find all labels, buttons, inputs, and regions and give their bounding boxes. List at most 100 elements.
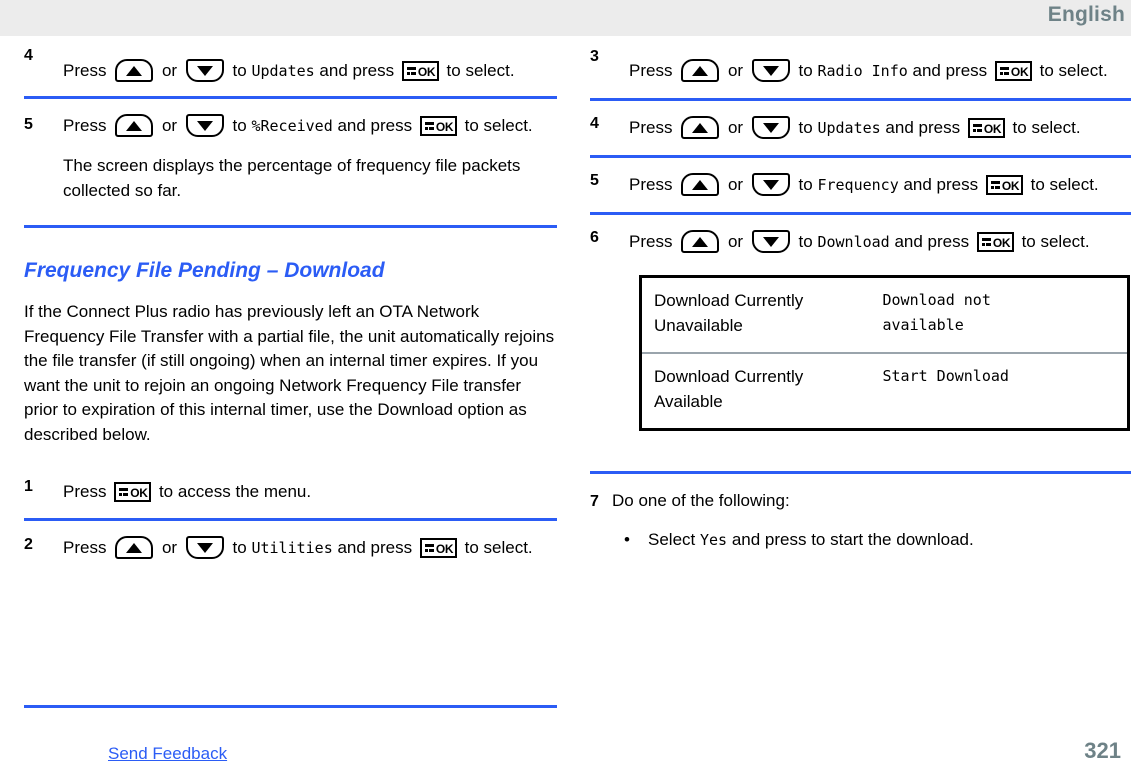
menu-item-name: Yes xyxy=(699,531,728,549)
step-text-toselect: to select. xyxy=(464,538,533,557)
table-row: Download Currently Unavailable Download … xyxy=(641,277,1129,354)
download-status-table: Download Currently Unavailable Download … xyxy=(639,275,1130,431)
step-number: 6 xyxy=(590,229,599,246)
step-number: 3 xyxy=(590,48,599,65)
step-text-toselect: to select. xyxy=(1030,175,1099,194)
arrow-up-key-icon[interactable] xyxy=(681,116,720,139)
ok-key-label: OK xyxy=(1010,65,1029,79)
step-item: 2 Press or to Utilities and press OK to … xyxy=(24,521,557,565)
step-text-andpress: and press xyxy=(903,175,979,194)
step-text-press: Press xyxy=(629,175,673,194)
step-number: 4 xyxy=(24,47,33,64)
arrow-down-key-icon[interactable] xyxy=(751,173,790,196)
step-text-andpress: and press xyxy=(337,538,413,557)
step-text-toselect: to select. xyxy=(1021,232,1090,251)
step-text-andpress: and press xyxy=(337,116,413,135)
step-text-press: Press xyxy=(63,61,107,80)
step-text-to: to xyxy=(798,61,813,80)
arrow-down-key-icon[interactable] xyxy=(185,59,224,82)
menu-ok-key-icon[interactable]: OK xyxy=(976,232,1014,252)
step-text-toselect: to select. xyxy=(1012,118,1081,137)
section-paragraph: If the Connect Plus radio has previously… xyxy=(24,302,555,444)
step-text-toselect: to select. xyxy=(446,61,515,80)
arrow-up-key-icon[interactable] xyxy=(115,536,154,559)
step-text-press: Press xyxy=(63,538,107,557)
section-heading: Frequency File Pending – Download xyxy=(24,259,385,282)
bullet-text-post: and press to start the download. xyxy=(731,530,974,549)
step-text-or: or xyxy=(727,118,744,137)
step-text-access: to access the menu. xyxy=(158,482,312,501)
step-text-press: Press xyxy=(629,118,673,137)
step-note: The screen displays the percentage of fr… xyxy=(63,156,521,200)
step-text: Press or to Updates and press OK to sele… xyxy=(629,101,1131,145)
step-number: 5 xyxy=(590,172,599,189)
menu-ok-key-icon[interactable]: OK xyxy=(967,118,1005,138)
step-text: Press or to Utilities and press OK to se… xyxy=(63,521,557,565)
arrow-up-key-icon[interactable] xyxy=(681,230,720,253)
arrow-down-key-icon[interactable] xyxy=(185,536,224,559)
menu-item-name: Updates xyxy=(251,62,315,80)
arrow-up-key-icon[interactable] xyxy=(115,114,154,137)
menu-ok-key-icon[interactable]: OK xyxy=(401,61,439,81)
ok-key-label: OK xyxy=(435,120,454,134)
step-text-andpress: and press xyxy=(319,61,395,80)
step-text-toselect: to select. xyxy=(464,116,533,135)
step-text-andpress: and press xyxy=(912,61,988,80)
step-number: 7 xyxy=(590,493,599,510)
step-item: 4 Press or to Updates and press OK to se… xyxy=(590,101,1131,158)
step-text-or: or xyxy=(727,175,744,194)
ok-key-label: OK xyxy=(417,65,436,79)
step-text-to: to xyxy=(798,232,813,251)
menu-item-name: Radio Info xyxy=(817,62,908,80)
menu-ok-key-icon[interactable]: OK xyxy=(994,61,1032,81)
step-text: Press or to Download and press OK to sel… xyxy=(629,215,1131,435)
step-text-press: Press xyxy=(63,482,107,501)
right-column: 3 Press or to Radio Info and press OK to… xyxy=(566,44,1131,553)
step-item: 1 Press OK to access the menu. xyxy=(24,465,557,521)
table-cell-condition: Download Currently Available xyxy=(640,352,871,430)
arrow-up-key-icon[interactable] xyxy=(681,59,720,82)
menu-ok-key-icon[interactable]: OK xyxy=(985,175,1023,195)
arrow-down-key-icon[interactable] xyxy=(185,114,224,137)
menu-item-name: Utilities xyxy=(251,539,333,557)
arrow-up-key-icon[interactable] xyxy=(115,59,154,82)
arrow-down-key-icon[interactable] xyxy=(751,59,790,82)
step-divider xyxy=(24,225,557,228)
table-cell-display: Start Download xyxy=(870,352,1129,430)
step-text-or: or xyxy=(161,538,178,557)
menu-item-name: Download xyxy=(817,233,890,251)
page-header-band xyxy=(0,0,1131,36)
step-text-to: to xyxy=(232,116,247,135)
step-text: Do one of the following: xyxy=(612,491,790,510)
table-row: Download Currently Available Start Downl… xyxy=(640,352,1129,430)
ok-key-label: OK xyxy=(1001,179,1020,193)
arrow-down-key-icon[interactable] xyxy=(751,116,790,139)
step-text: Press OK to access the menu. xyxy=(63,465,557,508)
menu-item-name: Updates xyxy=(817,119,881,137)
step-item: 5 Press or to %Received and press OK to … xyxy=(24,99,557,228)
table-cell-condition: Download Currently Unavailable xyxy=(654,291,804,335)
step-text: Press or to %Received and press OK to se… xyxy=(63,99,557,207)
step-divider xyxy=(590,471,1131,474)
arrow-up-key-icon[interactable] xyxy=(681,173,720,196)
step-text-andpress: and press xyxy=(885,118,961,137)
manual-page: English 4 Press or to Updates and press … xyxy=(0,0,1131,762)
send-feedback-link[interactable]: Send Feedback xyxy=(108,744,227,762)
arrow-down-key-icon[interactable] xyxy=(751,230,790,253)
bullet-dot-icon: • xyxy=(624,530,630,549)
menu-ok-key-icon[interactable]: OK xyxy=(419,116,457,136)
display-line: Download not xyxy=(882,291,991,309)
step-number: 5 xyxy=(24,116,33,133)
left-column: 4 Press or to Updates and press OK to se… xyxy=(0,44,566,565)
step-item: 6 Press or to Download and press OK to s… xyxy=(590,215,1131,474)
step-text-or: or xyxy=(161,61,178,80)
footer-divider xyxy=(24,705,557,708)
step-text: Press or to Updates and press OK to sele… xyxy=(63,44,557,88)
menu-ok-key-icon[interactable]: OK xyxy=(419,538,457,558)
step-text: Press or to Radio Info and press OK to s… xyxy=(629,44,1131,88)
step-text-to: to xyxy=(232,61,247,80)
display-line: available xyxy=(882,316,964,334)
step-item: 3 Press or to Radio Info and press OK to… xyxy=(590,44,1131,101)
menu-ok-key-icon[interactable]: OK xyxy=(114,482,152,502)
ok-key-label: OK xyxy=(992,236,1011,250)
